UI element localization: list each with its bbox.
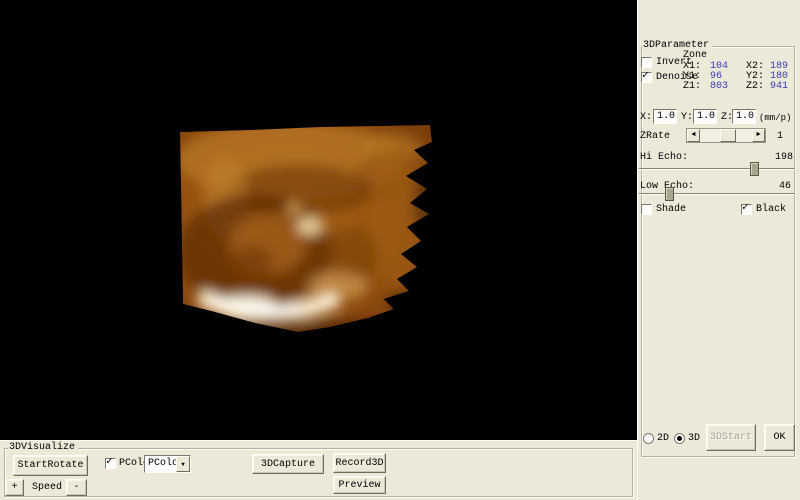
- low-echo-slider-thumb[interactable]: [665, 187, 674, 201]
- zone-z2-label: Z2:: [746, 81, 765, 92]
- visualize-groupbox-title: 3DVisualize: [8, 442, 79, 454]
- hi-echo-slider[interactable]: [639, 168, 795, 170]
- pcolor-select[interactable]: PColor ▼: [144, 455, 191, 473]
- capture-3d-button[interactable]: 3DCapture: [252, 454, 324, 474]
- shade-label: Shade: [656, 204, 687, 215]
- parameter-groupbox: 3DParameter: [641, 40, 795, 457]
- hi-echo-value: 198: [775, 152, 794, 163]
- mode-3d-label: 3D: [688, 433, 701, 444]
- speed-minus-button[interactable]: -: [66, 479, 87, 496]
- ultrasound-volume: [180, 125, 432, 332]
- low-echo-slider[interactable]: [639, 193, 795, 195]
- scale-y-input[interactable]: [693, 109, 717, 124]
- zrate-scrollbar-thumb[interactable]: [720, 129, 736, 142]
- invert-checkbox[interactable]: [641, 57, 652, 68]
- zone-z2-value: 941: [770, 81, 789, 92]
- zrate-scroll-right-icon[interactable]: ►: [752, 129, 765, 142]
- zrate-value: 1: [777, 131, 784, 142]
- shade-checkbox[interactable]: [641, 204, 652, 215]
- ok-button[interactable]: OK: [764, 424, 795, 451]
- mode-2d-radio[interactable]: [643, 433, 654, 444]
- speed-label: Speed: [32, 482, 63, 493]
- denoise-checkbox[interactable]: [641, 71, 652, 83]
- preview-button[interactable]: Preview: [333, 476, 386, 494]
- zrate-scroll-left-icon[interactable]: ◄: [687, 129, 700, 142]
- zone-z1-label: Z1:: [683, 81, 702, 92]
- black-checkbox[interactable]: [741, 203, 752, 215]
- low-echo-value: 46: [779, 181, 792, 192]
- scale-y-label: Y:: [681, 112, 694, 123]
- black-label: Black: [756, 204, 787, 215]
- application-window: 3DParameter Invert Denoise Zone X1: 104 …: [0, 0, 800, 500]
- scale-x-label: X:: [640, 112, 653, 123]
- scale-z-input[interactable]: [732, 109, 756, 124]
- zrate-label: ZRate: [640, 131, 671, 142]
- mode-2d-label: 2D: [657, 433, 670, 444]
- zrate-scrollbar[interactable]: ◄ ►: [686, 128, 766, 143]
- scale-unit-label: (mm/p): [759, 113, 792, 123]
- mode-3d-radio[interactable]: [674, 433, 685, 444]
- scale-x-input[interactable]: [653, 109, 677, 124]
- hi-echo-label: Hi Echo:: [640, 152, 689, 163]
- pcolor-checkbox[interactable]: [105, 457, 116, 469]
- zone-z1-value: 803: [710, 81, 729, 92]
- speed-plus-button[interactable]: +: [5, 479, 24, 496]
- hi-echo-slider-thumb[interactable]: [750, 162, 759, 176]
- start-rotate-button[interactable]: StartRotate: [13, 455, 88, 476]
- render-viewport[interactable]: [0, 0, 637, 440]
- dropdown-arrow-icon[interactable]: ▼: [176, 456, 190, 472]
- record-3d-button[interactable]: Record3D: [333, 453, 386, 473]
- start-3d-button[interactable]: 3DStart: [706, 424, 756, 451]
